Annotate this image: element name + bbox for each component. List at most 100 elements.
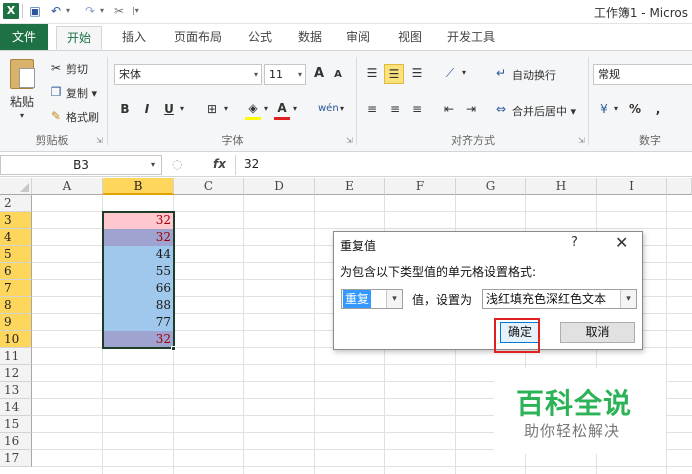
- row-header[interactable]: 15: [0, 416, 32, 433]
- row-header[interactable]: 2: [0, 195, 32, 212]
- column-header-b[interactable]: B: [103, 178, 174, 195]
- undo-icon[interactable]: ↶: [48, 3, 64, 19]
- format-painter-button-icon[interactable]: ✎: [48, 107, 64, 125]
- tab-insert[interactable]: 插入: [114, 26, 154, 50]
- align-center-icon[interactable]: ≡: [386, 100, 404, 118]
- font-size-combo[interactable]: 11 ▾: [264, 64, 306, 85]
- row-header[interactable]: 5: [0, 246, 32, 263]
- merge-center-button[interactable]: 合并后居中 ▾: [512, 103, 576, 119]
- orientation-dropdown-icon[interactable]: ▾: [460, 64, 468, 82]
- row-header[interactable]: 4: [0, 229, 32, 246]
- fill-color-icon[interactable]: ◈: [245, 99, 261, 120]
- grow-font-icon[interactable]: A: [312, 65, 326, 83]
- underline-button[interactable]: U: [162, 100, 176, 118]
- number-format-combo[interactable]: 常规: [593, 64, 692, 85]
- save-icon[interactable]: ▣: [27, 3, 43, 19]
- orientation-icon[interactable]: ⟋: [440, 64, 460, 82]
- cell-b4[interactable]: 32: [103, 229, 174, 246]
- merge-center-icon[interactable]: ⇔: [492, 100, 510, 118]
- comma-style-button[interactable]: ,: [652, 100, 664, 118]
- tab-page-layout[interactable]: 页面布局: [167, 26, 229, 50]
- column-header-h[interactable]: H: [526, 178, 597, 195]
- tab-home[interactable]: 开始: [56, 26, 102, 50]
- alignment-launcher-icon[interactable]: ⇲: [578, 136, 585, 145]
- cell-b5[interactable]: 44: [103, 246, 174, 263]
- wrap-text-icon[interactable]: ↵: [492, 64, 510, 82]
- clipboard-launcher-icon[interactable]: ⇲: [96, 136, 103, 145]
- close-icon[interactable]: ✕: [615, 233, 628, 252]
- column-header-i[interactable]: I: [597, 178, 667, 195]
- redo-icon[interactable]: ↷: [82, 3, 98, 19]
- italic-button[interactable]: I: [140, 100, 154, 118]
- paste-icon[interactable]: [10, 59, 35, 89]
- row-header[interactable]: 3: [0, 212, 32, 229]
- font-launcher-icon[interactable]: ⇲: [346, 136, 353, 145]
- format-painter-icon[interactable]: ✂: [111, 3, 127, 19]
- ok-button[interactable]: 确定: [500, 322, 540, 343]
- align-top-icon[interactable]: ☰: [363, 64, 381, 82]
- increase-indent-icon[interactable]: ⇥: [462, 100, 480, 118]
- row-header[interactable]: 13: [0, 382, 32, 399]
- insert-function-button[interactable]: fx: [213, 157, 226, 171]
- font-name-combo[interactable]: 宋体 ▾: [114, 64, 262, 85]
- border-dropdown-icon[interactable]: ▾: [222, 100, 230, 118]
- tab-review[interactable]: 审阅: [338, 26, 378, 50]
- customize-toolbar-icon[interactable]: |▾: [132, 3, 139, 19]
- cell-b7[interactable]: 66: [103, 280, 174, 297]
- cell-b8[interactable]: 88: [103, 297, 174, 314]
- decrease-indent-icon[interactable]: ⇤: [440, 100, 458, 118]
- column-header-e[interactable]: E: [315, 178, 385, 195]
- paste-button-label[interactable]: 粘贴: [10, 93, 34, 110]
- copy-button[interactable]: 复制 ▾: [66, 85, 97, 101]
- row-header[interactable]: 16: [0, 433, 32, 450]
- tab-view[interactable]: 视图: [390, 26, 430, 50]
- value-type-select[interactable]: 重复 ▾: [341, 289, 403, 309]
- wrap-text-button[interactable]: 自动换行: [512, 67, 556, 83]
- cut-icon[interactable]: ✂: [48, 59, 64, 77]
- redo-dropdown-icon[interactable]: ▾: [100, 3, 104, 19]
- align-bottom-icon[interactable]: ☰: [408, 64, 426, 82]
- align-right-icon[interactable]: ≡: [408, 100, 426, 118]
- row-header[interactable]: 11: [0, 348, 32, 365]
- excel-icon[interactable]: X: [3, 3, 19, 19]
- phonetic-icon[interactable]: wén: [318, 100, 339, 118]
- cut-button[interactable]: 剪切: [66, 61, 88, 77]
- row-header[interactable]: 12: [0, 365, 32, 382]
- font-color-dropdown-icon[interactable]: ▾: [291, 100, 299, 118]
- column-header-f[interactable]: F: [385, 178, 456, 195]
- font-color-icon[interactable]: A: [274, 99, 290, 120]
- accounting-format-icon[interactable]: ¥: [596, 100, 612, 118]
- cell-b9[interactable]: 77: [103, 314, 174, 331]
- accounting-dropdown-icon[interactable]: ▾: [612, 100, 620, 118]
- phonetic-dropdown-icon[interactable]: ▾: [338, 100, 346, 118]
- tab-data[interactable]: 数据: [290, 26, 330, 50]
- name-box[interactable]: B3 ▾: [0, 155, 162, 175]
- tab-developer[interactable]: 开发工具: [440, 26, 502, 50]
- format-style-select[interactable]: 浅红填充色深红色文本 ▾: [482, 289, 637, 309]
- tab-formulas[interactable]: 公式: [240, 26, 280, 50]
- border-icon[interactable]: ⊞: [204, 100, 220, 118]
- format-painter-button[interactable]: 格式刷: [66, 109, 99, 125]
- fill-color-dropdown-icon[interactable]: ▾: [262, 100, 270, 118]
- bold-button[interactable]: B: [118, 100, 132, 118]
- select-all-corner[interactable]: [0, 178, 32, 195]
- paste-dropdown-icon[interactable]: ▾: [20, 111, 24, 120]
- column-header-a[interactable]: A: [32, 178, 103, 195]
- cell-b10[interactable]: 32: [103, 331, 174, 348]
- percent-style-button[interactable]: %: [628, 100, 642, 118]
- column-header-next[interactable]: [667, 178, 692, 195]
- fill-handle[interactable]: [171, 346, 176, 351]
- cell-b6[interactable]: 55: [103, 263, 174, 280]
- undo-dropdown-icon[interactable]: ▾: [66, 3, 70, 19]
- row-header[interactable]: 17: [0, 450, 32, 467]
- tab-file[interactable]: 文件: [0, 24, 48, 50]
- column-header-d[interactable]: D: [244, 178, 315, 195]
- row-header[interactable]: 7: [0, 280, 32, 297]
- row-header[interactable]: 14: [0, 399, 32, 416]
- column-header-c[interactable]: C: [174, 178, 244, 195]
- row-header[interactable]: 8: [0, 297, 32, 314]
- column-header-g[interactable]: G: [456, 178, 526, 195]
- formula-content[interactable]: 32: [244, 157, 259, 171]
- row-header[interactable]: 9: [0, 314, 32, 331]
- align-middle-icon[interactable]: ☰: [384, 64, 404, 84]
